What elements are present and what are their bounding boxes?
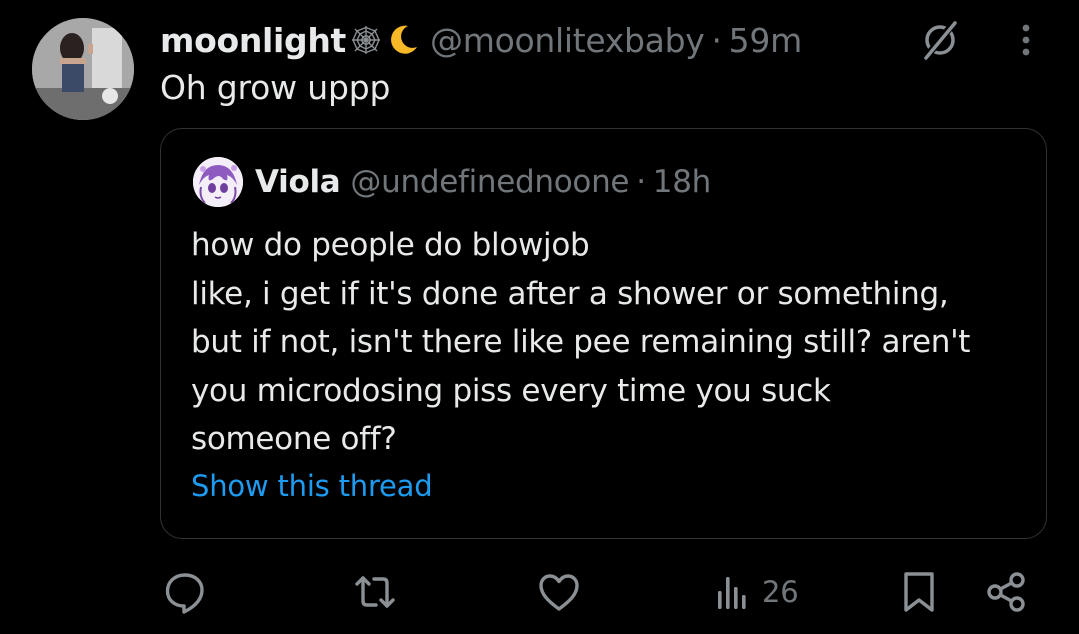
author-handle[interactable]: @moonlitexbaby [430,21,705,60]
like-button[interactable] [536,568,582,616]
reply-icon [165,573,204,614]
reply-button[interactable] [162,568,208,616]
separator-dot: · [711,20,722,60]
tweet-text: Oh grow uppp [160,68,391,107]
quoted-avatar-drawing [193,157,243,207]
quoted-author-display-name[interactable]: Viola [255,164,341,200]
quoted-author-avatar[interactable] [193,157,243,207]
like-icon [539,574,579,611]
separator-dot: · [636,164,646,200]
quoted-author-handle[interactable]: @undefinednoone [350,164,629,200]
more-options-icon[interactable] [1016,20,1036,64]
views-icon [718,577,746,609]
quoted-tweet-text: how do people do blowjob like, i get if … [191,221,1031,464]
quoted-tweet-timestamp[interactable]: 18h [653,164,712,200]
views-button[interactable]: 26 [712,568,799,616]
tweet-container: moonlight @moonlitexbaby · 59m Oh grow u… [0,0,1079,634]
quoted-tweet-header: Viola @undefinednoone · 18h [255,159,711,205]
tweet-timestamp[interactable]: 59m [729,21,803,60]
show-thread-link[interactable]: Show this thread [191,469,433,503]
spider-web-icon [348,23,384,57]
quoted-text-line: someone off? [191,421,397,457]
quoted-text-line: but if not, isn't there like pee remaini… [191,324,971,360]
bookmark-button[interactable] [899,568,939,616]
quoted-text-line: you microdosing piss every time you suck [191,372,831,409]
author-display-name[interactable]: moonlight [160,21,346,60]
quoted-text-line: how do people do blowjob [191,227,590,263]
views-count: 26 [762,575,799,609]
retweet-icon [355,576,395,608]
retweet-button[interactable] [352,568,398,616]
bookmark-icon [904,572,934,612]
crescent-moon-icon [386,23,420,57]
grok-icon[interactable] [918,18,962,66]
author-avatar[interactable] [32,18,134,120]
tweet-header: moonlight @moonlitexbaby · 59m [160,14,802,66]
quoted-text-line: like, i get if it's done after a shower … [191,275,949,312]
avatar-photo [32,18,134,120]
share-button[interactable] [984,568,1030,616]
share-icon [987,572,1025,612]
quoted-tweet-card[interactable]: Viola @undefinednoone · 18h how do peopl… [160,128,1047,539]
